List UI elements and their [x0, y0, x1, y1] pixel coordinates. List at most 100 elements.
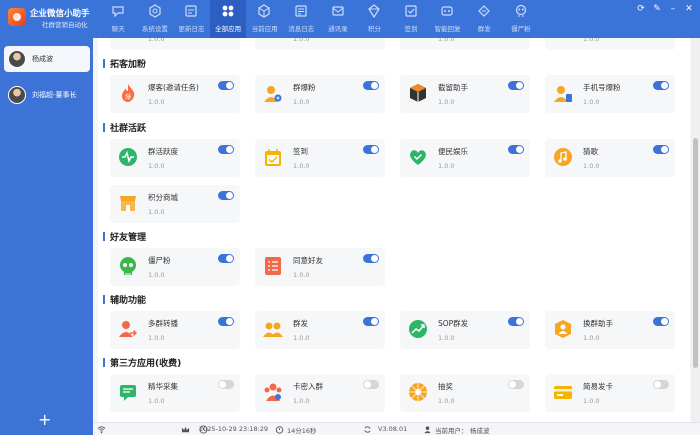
nav-item-label: 当前应用	[251, 25, 278, 33]
nav-item[interactable]: 积分	[356, 0, 393, 38]
app-version: 1.0.0	[293, 98, 310, 106]
scrollbar[interactable]	[691, 38, 700, 422]
app-card[interactable]: 同意好友 1.0.0	[255, 248, 385, 286]
app-toggle[interactable]	[218, 191, 234, 200]
nav-item[interactable]: 僵尸粉	[503, 0, 540, 38]
minimize-icon[interactable]: –	[668, 4, 678, 14]
app-toggle[interactable]	[363, 254, 379, 263]
crown-icon	[181, 425, 190, 434]
app-card[interactable]: 猜歌 1.0.0	[545, 139, 675, 177]
app-toggle[interactable]	[508, 81, 524, 90]
app-card[interactable]: 群活跃度 1.0.0	[110, 139, 240, 177]
app-subtitle: 社群营销自动化	[42, 21, 88, 29]
app-toggle[interactable]	[653, 317, 669, 326]
all-apps-icon	[221, 4, 235, 18]
nav-item[interactable]: 签到	[393, 0, 430, 38]
group-fans-icon	[263, 83, 283, 103]
nav-item-label: 通讯录	[328, 25, 348, 33]
app-toggle[interactable]	[218, 317, 234, 326]
nav-item[interactable]: 消息日志	[283, 0, 320, 38]
share-user-icon	[118, 319, 138, 339]
app-version: 1.0.0	[148, 208, 165, 216]
app-card[interactable]: 爆 爆客(邀请任务) 1.0.0	[110, 75, 240, 113]
app-version: 1.0.0	[148, 162, 165, 170]
app-card[interactable]: 积分商城 1.0.0	[110, 185, 240, 223]
app-version: 1.0.0	[438, 397, 455, 405]
contact-item[interactable]: 杨成波	[4, 46, 90, 72]
smart-reply-icon	[440, 4, 454, 18]
app-name: 手机号爆粉	[583, 83, 621, 92]
app-card[interactable]: 群发 1.0.0	[255, 311, 385, 349]
app-toggle[interactable]	[363, 145, 379, 154]
apps-panel: 1.0.0 1.0.0 1.0.0 1.0.0 拓客加粉爆爆客(邀请任务) 1.0.0 群爆…	[98, 38, 690, 422]
app-toggle[interactable]	[653, 380, 669, 389]
add-account-button[interactable]: +	[38, 412, 51, 428]
app-name: 猜歌	[583, 147, 598, 156]
app-card[interactable]: 1.0.0	[400, 38, 530, 50]
section-title: 辅助功能	[102, 293, 146, 306]
app-name: 精华采集	[148, 382, 178, 391]
app-name: 截留助手	[438, 83, 468, 92]
version-text: V3.08.01	[378, 425, 408, 433]
app-version: 1.0.0	[583, 98, 600, 106]
app-toggle[interactable]	[508, 317, 524, 326]
app-card[interactable]: 僵尸粉 1.0.0	[110, 248, 240, 286]
zombie-fans-icon	[514, 4, 528, 18]
app-name: 同意好友	[293, 256, 323, 265]
nav-item[interactable]: 当前应用	[246, 0, 283, 38]
swap-group-icon	[553, 319, 573, 339]
app-card[interactable]: 简易发卡 1.0.0	[545, 374, 675, 412]
app-card[interactable]: 便民娱乐 1.0.0	[400, 139, 530, 177]
close-icon[interactable]: ✕	[684, 4, 694, 14]
nav-item-label: 全部应用	[215, 25, 242, 33]
app-card[interactable]: 抽奖 1.0.0	[400, 374, 530, 412]
app-card[interactable]: 1.0.0	[255, 38, 385, 50]
refresh-icon[interactable]: ⟳	[636, 4, 646, 14]
app-card[interactable]: 1.0.0	[545, 38, 675, 50]
nav-item[interactable]: 通讯录	[320, 0, 357, 38]
app-toggle[interactable]	[218, 145, 234, 154]
app-card[interactable]: 截留助手 1.0.0	[400, 75, 530, 113]
app-card[interactable]: 群爆粉 1.0.0	[255, 75, 385, 113]
app-toggle[interactable]	[363, 317, 379, 326]
lottery-icon	[408, 382, 428, 402]
app-card[interactable]: 精华采集 1.0.0	[110, 374, 240, 412]
nav-item[interactable]: 聊天	[100, 0, 137, 38]
app-card[interactable]: 多群转播 1.0.0	[110, 311, 240, 349]
app-toggle[interactable]	[363, 380, 379, 389]
app-toggle[interactable]	[218, 81, 234, 90]
scrollbar-thumb[interactable]	[693, 138, 698, 368]
datetime-text: 2025-10-29 23:18:29	[199, 425, 269, 433]
app-toggle[interactable]	[218, 380, 234, 389]
app-logo-icon	[8, 8, 26, 26]
app-card[interactable]: 换群助手 1.0.0	[545, 311, 675, 349]
app-card[interactable]: 卡密入群 1.0.0	[255, 374, 385, 412]
app-toggle[interactable]	[508, 145, 524, 154]
nav-item[interactable]: 更新日志	[173, 0, 210, 38]
contact-item[interactable]: 刘福超-董事长	[4, 82, 90, 108]
app-name: 多群转播	[148, 319, 178, 328]
app-version: 1.0.0	[148, 271, 165, 279]
status-bar: 2025-10-29 23:18:29 14分16秒 V3.08.01 当前用户…	[93, 422, 700, 435]
nav-item[interactable]: 群发	[466, 0, 503, 38]
collect-icon	[118, 382, 138, 402]
nav-item[interactable]: 全部应用	[209, 0, 247, 38]
user-icon	[423, 425, 432, 434]
app-card[interactable]: 1.0.0	[110, 38, 240, 50]
app-toggle[interactable]	[653, 81, 669, 90]
app-toggle[interactable]	[363, 81, 379, 90]
shop-icon	[118, 193, 138, 213]
uptime-text: 14分16秒	[287, 427, 317, 435]
app-card[interactable]: 手机号爆粉 1.0.0	[545, 75, 675, 113]
app-card[interactable]: SOP群发 1.0.0	[400, 311, 530, 349]
app-toggle[interactable]	[218, 254, 234, 263]
app-name: 僵尸粉	[148, 256, 171, 265]
app-version: 1.0.0	[583, 334, 600, 342]
nav-item[interactable]: 智能回复	[429, 0, 466, 38]
app-toggle[interactable]	[508, 380, 524, 389]
app-card[interactable]: 签到 1.0.0	[255, 139, 385, 177]
pin-icon[interactable]: ✎	[652, 4, 662, 14]
nav-item[interactable]: 系统设置	[137, 0, 174, 38]
top-bar: 企业微信小助手 社群营销自动化 聊天 系统设置 更新日志 全部应用 当前应用 消息日志 通讯…	[0, 0, 700, 38]
app-toggle[interactable]	[653, 145, 669, 154]
